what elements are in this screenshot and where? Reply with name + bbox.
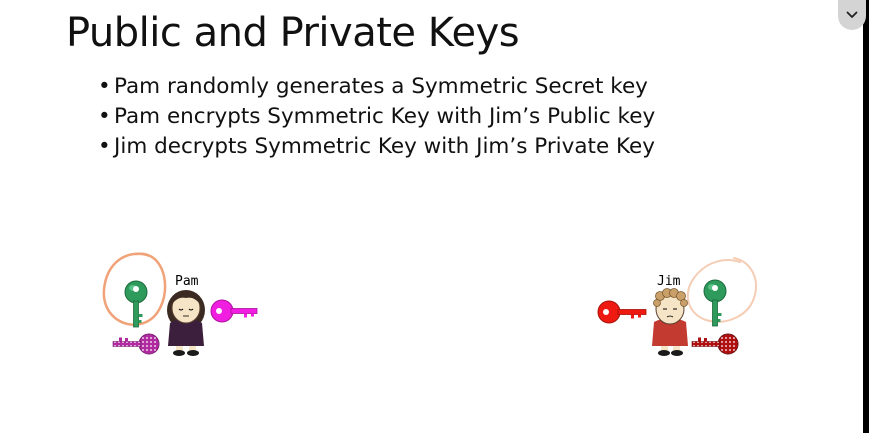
- jim-private-key-icon: [691, 333, 739, 355]
- key-exchange-illustration: Pam Jim: [102, 252, 757, 356]
- pam-private-key-icon: [112, 333, 160, 355]
- window-edge: [863, 0, 869, 433]
- slide: Public and Private Keys Pam randomly gen…: [0, 0, 863, 433]
- symmetric-key-icon: [703, 279, 727, 327]
- pam-avatar: [167, 290, 205, 356]
- chevron-down-icon: [846, 11, 858, 18]
- pam-public-key-icon: [210, 299, 258, 323]
- symmetric-key-icon: [124, 280, 148, 328]
- jim-public-key-icon: [597, 300, 647, 324]
- pam-label: Pam: [175, 274, 199, 289]
- collapse-button[interactable]: [838, 0, 866, 30]
- jim-label: Jim: [657, 274, 681, 289]
- jim-avatar: [652, 288, 688, 356]
